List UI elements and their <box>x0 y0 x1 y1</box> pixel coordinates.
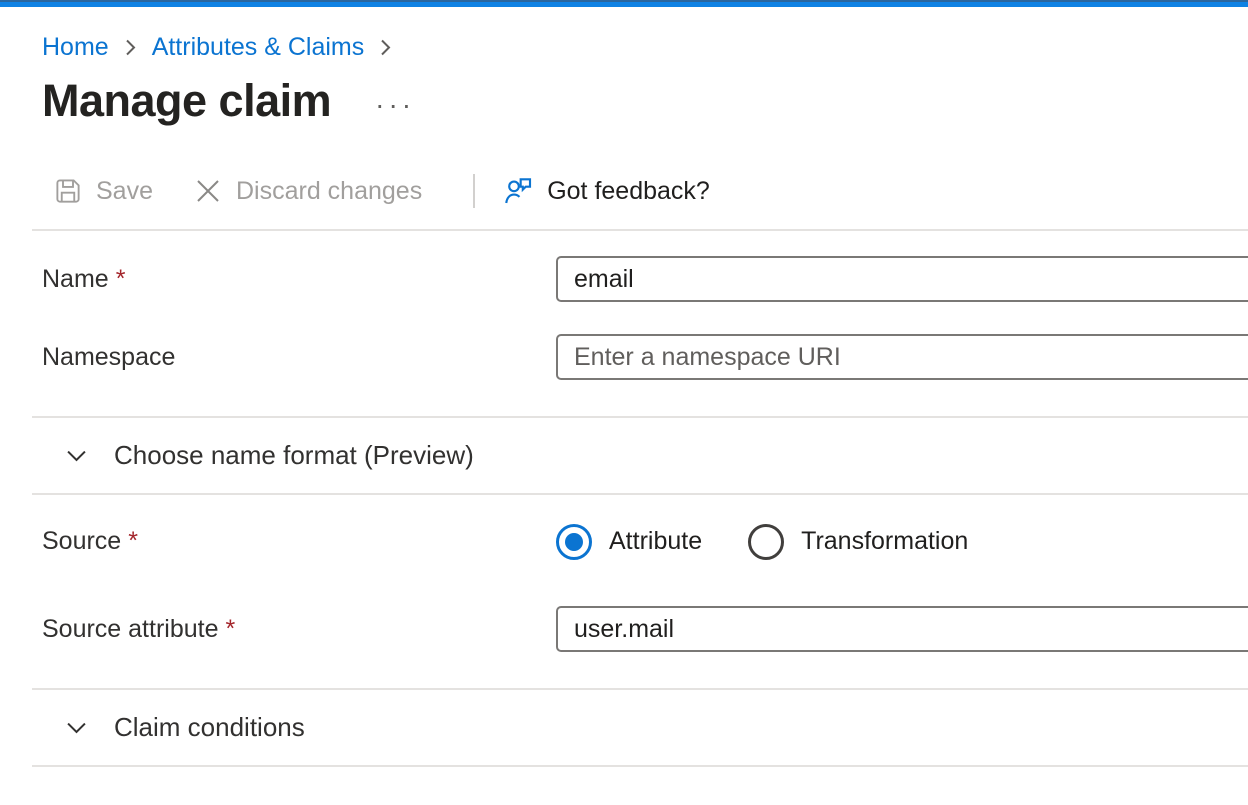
more-options-ellipsis-icon[interactable]: ··· <box>375 91 415 119</box>
section-divider <box>32 493 1248 495</box>
name-field-label: Name* <box>42 265 556 294</box>
toolbar-bottom-divider <box>32 229 1248 231</box>
breadcrumb-attributes-claims-link[interactable]: Attributes & Claims <box>152 33 365 62</box>
source-attribute-field-label: Source attribute* <box>42 615 556 644</box>
radio-selected-icon <box>556 524 592 560</box>
source-transformation-radio[interactable]: Transformation <box>748 524 968 560</box>
feedback-person-icon <box>502 175 534 207</box>
save-icon <box>53 176 83 206</box>
manage-claim-blade: Home Attributes & Claims Manage claim ··… <box>0 33 1248 767</box>
transformation-radio-label: Transformation <box>801 527 968 556</box>
got-feedback-button[interactable]: Got feedback? <box>502 175 710 207</box>
toolbar-divider <box>473 174 475 208</box>
source-field-row: Source* Attribute Transformation <box>42 523 1248 560</box>
claim-conditions-section-toggle[interactable]: Claim conditions <box>42 690 1248 765</box>
namespace-input[interactable] <box>556 334 1248 380</box>
blade-top-accent-bar <box>0 0 1248 7</box>
save-button-label: Save <box>96 177 153 206</box>
chevron-right-icon <box>377 35 394 60</box>
choose-name-format-section-toggle[interactable]: Choose name format (Preview) <box>42 418 1248 493</box>
namespace-field-row: Namespace <box>42 334 1248 380</box>
choose-name-format-section-label: Choose name format (Preview) <box>114 440 474 471</box>
close-icon <box>193 176 223 206</box>
required-asterisk: * <box>226 615 236 643</box>
chevron-right-icon <box>122 35 139 60</box>
claim-conditions-section-label: Claim conditions <box>114 712 305 743</box>
page-header: Manage claim ··· <box>42 75 1248 127</box>
chevron-down-icon <box>63 714 90 741</box>
source-attribute-radio[interactable]: Attribute <box>556 524 702 560</box>
source-field-label: Source* <box>42 527 556 556</box>
page-title: Manage claim <box>42 75 331 127</box>
source-attribute-input[interactable] <box>556 606 1248 652</box>
discard-changes-label: Discard changes <box>236 177 422 206</box>
discard-changes-button[interactable]: Discard changes <box>193 176 422 206</box>
name-field-row: Name* <box>42 256 1248 302</box>
namespace-field-label: Namespace <box>42 343 556 372</box>
command-bar: Save Discard changes Got feedback? <box>42 168 1248 214</box>
got-feedback-label: Got feedback? <box>547 177 710 206</box>
required-asterisk: * <box>128 527 138 555</box>
name-input[interactable] <box>556 256 1248 302</box>
required-asterisk: * <box>116 265 126 293</box>
chevron-down-icon <box>63 442 90 469</box>
section-divider <box>32 765 1248 767</box>
source-radio-group: Attribute Transformation <box>556 524 1248 560</box>
source-attribute-field-row: Source attribute* <box>42 606 1248 652</box>
attribute-radio-label: Attribute <box>609 527 702 556</box>
save-button[interactable]: Save <box>53 176 153 206</box>
breadcrumb: Home Attributes & Claims <box>42 33 1248 62</box>
breadcrumb-home-link[interactable]: Home <box>42 33 109 62</box>
radio-unselected-icon <box>748 524 784 560</box>
